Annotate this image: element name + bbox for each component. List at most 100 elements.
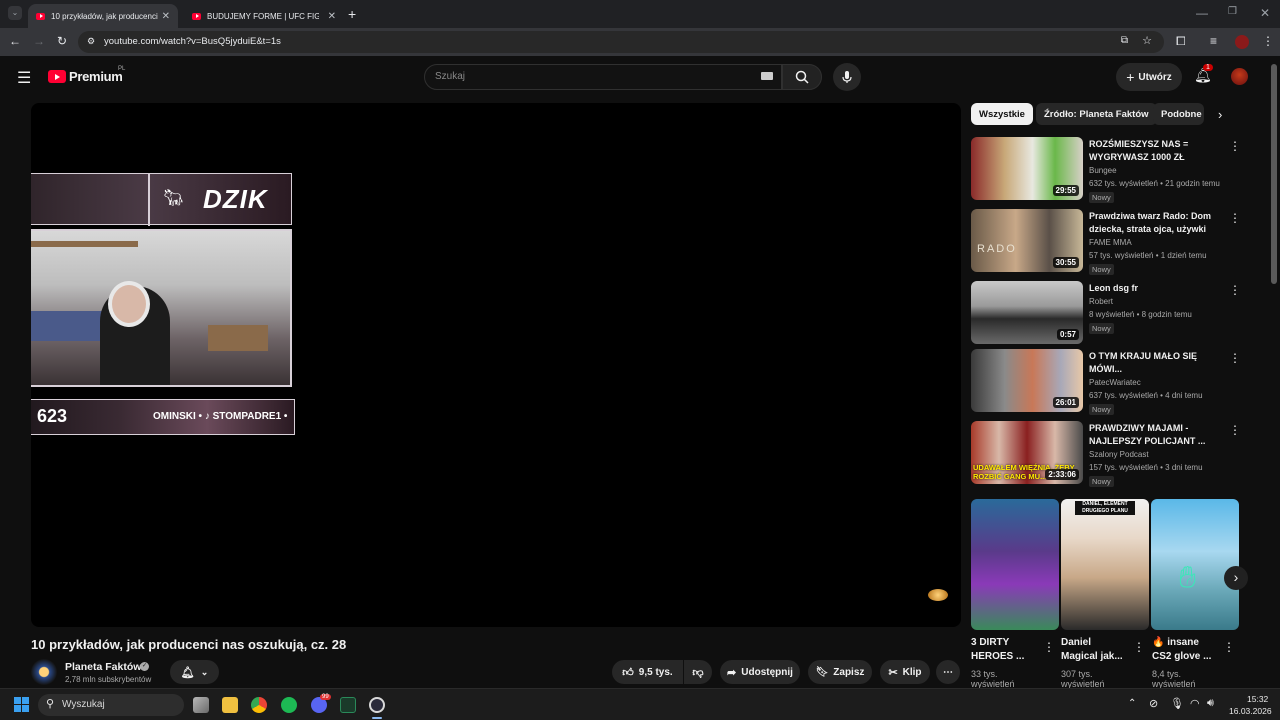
related-channel[interactable]: Bungee <box>1089 166 1117 175</box>
short-thumbnail[interactable]: DANIEL, ELEMENT DRUGIEGO PLANU <box>1061 499 1149 630</box>
spotify-icon[interactable] <box>281 697 297 713</box>
wifi-icon[interactable]: ◠ <box>1190 697 1200 710</box>
related-video[interactable]: 29:55 ROZŚMIESZYSZ NAS = WYGRYWASZ 1000 … <box>971 137 1241 203</box>
share-button[interactable]: ➦ Udostępnij <box>720 660 800 684</box>
create-button[interactable]: + Utwórz <box>1116 63 1182 91</box>
related-video[interactable]: UDAWAŁEM WIĘŹNIA, ŻEBY ROZBIĆ GANG MU...… <box>971 421 1241 487</box>
related-channel[interactable]: FAME MMA <box>1089 238 1132 247</box>
close-icon[interactable]: ✕ <box>328 11 336 22</box>
chevron-up-icon[interactable]: ⌃ <box>1128 698 1136 709</box>
clock-date[interactable]: 16.03.2026 <box>1229 706 1272 716</box>
close-window-icon[interactable]: ✕ <box>1260 6 1270 20</box>
forward-icon[interactable]: → <box>33 34 45 48</box>
maximize-icon[interactable]: ❐ <box>1228 6 1237 17</box>
more-vert-icon[interactable]: ⋮ <box>1043 640 1055 654</box>
related-title[interactable]: Prawdziwa twarz Rado: Dom dziecka, strat… <box>1089 210 1224 236</box>
minimize-icon[interactable]: — <box>1196 6 1208 20</box>
taskbar-search[interactable]: ⚲ Wyszukaj <box>38 694 184 716</box>
related-channel[interactable]: Robert <box>1089 297 1113 306</box>
task-view-icon[interactable] <box>193 697 209 713</box>
search-input[interactable]: Szukaj <box>424 64 782 90</box>
related-video[interactable]: RADO 30:55 Prawdziwa twarz Rado: Dom dzi… <box>971 209 1241 275</box>
tab-active[interactable]: 10 przykładów, jak producenci ✕ <box>28 4 178 28</box>
save-button[interactable]: 🔖︎ Zapisz <box>808 660 872 684</box>
install-icon[interactable]: ⧉ <box>1121 35 1128 46</box>
more-vert-icon[interactable]: ⋮ <box>1229 139 1241 153</box>
like-button[interactable]: 👍︎ 9,5 tys. <box>612 660 683 684</box>
channel-name[interactable]: Planeta Faktów <box>65 661 141 673</box>
tab-label: BUDUJEMY FORME | UFC FIGHT <box>207 11 319 21</box>
channel-watermark-icon[interactable] <box>928 589 948 601</box>
more-vert-icon[interactable]: ⋮ <box>1229 423 1241 437</box>
short-title[interactable]: 3 DIRTY HEROES ... <box>971 636 1037 664</box>
network-icon[interactable]: ⊘ <box>1149 697 1158 710</box>
microphone-icon[interactable]: 🎙︎ <box>1170 697 1184 710</box>
close-icon[interactable]: ✕ <box>162 11 170 22</box>
chip-source[interactable]: Źródło: Planeta Faktów <box>1036 103 1157 125</box>
voice-search-button[interactable] <box>833 63 861 91</box>
related-title[interactable]: ROZŚMIESZYSZ NAS = WYGRYWASZ 1000 ZŁ <box>1089 138 1224 164</box>
video-thumbnail[interactable]: RADO 30:55 <box>971 209 1083 272</box>
youtube-favicon-icon <box>36 12 45 20</box>
windows-start-icon[interactable] <box>14 697 29 712</box>
profile-avatar[interactable] <box>1235 35 1249 49</box>
account-avatar[interactable] <box>1231 68 1248 85</box>
chip-similar[interactable]: Podobne <box>1153 103 1204 125</box>
file-explorer-icon[interactable] <box>222 697 238 713</box>
video-thumbnail[interactable]: 26:01 <box>971 349 1083 412</box>
excel-icon[interactable] <box>340 697 356 713</box>
related-title[interactable]: PRAWDZIWY MAJAMI - NAJLEPSZY POLICJANT .… <box>1089 422 1224 448</box>
related-channel[interactable]: PatecWariatec <box>1089 378 1141 387</box>
video-thumbnail[interactable]: UDAWAŁEM WIĘŹNIA, ŻEBY ROZBIĆ GANG MU...… <box>971 421 1083 484</box>
back-icon[interactable]: ← <box>9 34 21 48</box>
short-thumbnail[interactable]: ✋︎ <box>1151 499 1239 630</box>
chip-all[interactable]: Wszystkie <box>971 103 1033 125</box>
related-title[interactable]: O TYM KRAJU MAŁO SIĘ MÓWI... <box>1089 350 1224 376</box>
url-box[interactable]: ⚙ youtube.com/watch?v=BusQ5jyduiE&t=1s ⧉… <box>78 31 1164 53</box>
extensions-icon[interactable]: ⧠ <box>1176 34 1186 49</box>
related-video[interactable]: 0:57 Leon dsg fr Robert 8 wyświetleń • 8… <box>971 281 1241 347</box>
chrome-icon[interactable] <box>251 697 267 713</box>
volume-icon[interactable]: 🔊︎ <box>1207 697 1214 710</box>
search-button[interactable] <box>782 64 822 90</box>
tab-search-icon[interactable]: ⌄ <box>8 6 22 20</box>
keyboard-icon[interactable] <box>761 72 773 80</box>
video-thumbnail[interactable]: 29:55 <box>971 137 1083 200</box>
short-thumbnail[interactable] <box>971 499 1059 630</box>
media-icon[interactable]: ≡ <box>1210 34 1217 48</box>
url-text[interactable]: youtube.com/watch?v=BusQ5jyduiE&t=1s <box>104 36 281 47</box>
related-title[interactable]: Leon dsg fr <box>1089 282 1224 295</box>
more-vert-icon[interactable]: ⋮ <box>1133 640 1145 654</box>
video-thumbnail[interactable]: 0:57 <box>971 281 1083 344</box>
chevron-right-icon[interactable]: › <box>1218 107 1222 122</box>
tab-label: 10 przykładów, jak producenci <box>51 11 158 21</box>
related-channel[interactable]: Szalony Podcast <box>1089 450 1149 459</box>
video-player[interactable]: 🐂︎ DZIK 623 OMINSKI • ♪ STOMPADRE1 • <box>31 103 961 627</box>
new-tab-icon[interactable]: + <box>348 6 356 22</box>
channel-avatar[interactable] <box>31 659 57 685</box>
clock-time[interactable]: 15:32 <box>1247 694 1268 704</box>
more-vert-icon[interactable]: ⋮ <box>1229 283 1241 297</box>
short-title[interactable]: 🔥 insane CS2 glove ... <box>1152 636 1214 664</box>
page-scrollbar[interactable] <box>1271 64 1277 284</box>
browser-menu-icon[interactable]: ⋮ <box>1262 34 1274 48</box>
short-title[interactable]: Daniel Magical jak... <box>1061 636 1127 664</box>
search-placeholder: Szukaj <box>435 71 466 82</box>
subscribed-bell-button[interactable]: 🔔︎ ⌄ <box>170 660 219 684</box>
site-info-icon[interactable]: ⚙ <box>87 36 95 47</box>
more-vert-icon[interactable]: ⋮ <box>1223 640 1235 654</box>
steam-icon[interactable] <box>369 697 385 713</box>
related-video[interactable]: 26:01 O TYM KRAJU MAŁO SIĘ MÓWI... Patec… <box>971 349 1241 415</box>
shorts-next-button[interactable]: › <box>1224 566 1248 590</box>
logo-text[interactable]: Premium <box>69 69 123 84</box>
more-vert-icon[interactable]: ⋮ <box>1229 211 1241 225</box>
youtube-logo-icon[interactable] <box>48 70 66 83</box>
more-actions-button[interactable]: ⋯ <box>936 660 960 684</box>
star-icon[interactable]: ☆ <box>1142 34 1152 47</box>
menu-icon[interactable]: ☰ <box>17 68 31 88</box>
clip-button[interactable]: ✂ Klip <box>880 660 930 684</box>
dislike-button[interactable]: 👎︎ <box>684 660 712 684</box>
tab-inactive[interactable]: BUDUJEMY FORME | UFC FIGHT ✕ <box>184 4 344 28</box>
reload-icon[interactable]: ↻ <box>57 34 67 48</box>
more-vert-icon[interactable]: ⋮ <box>1229 351 1241 365</box>
